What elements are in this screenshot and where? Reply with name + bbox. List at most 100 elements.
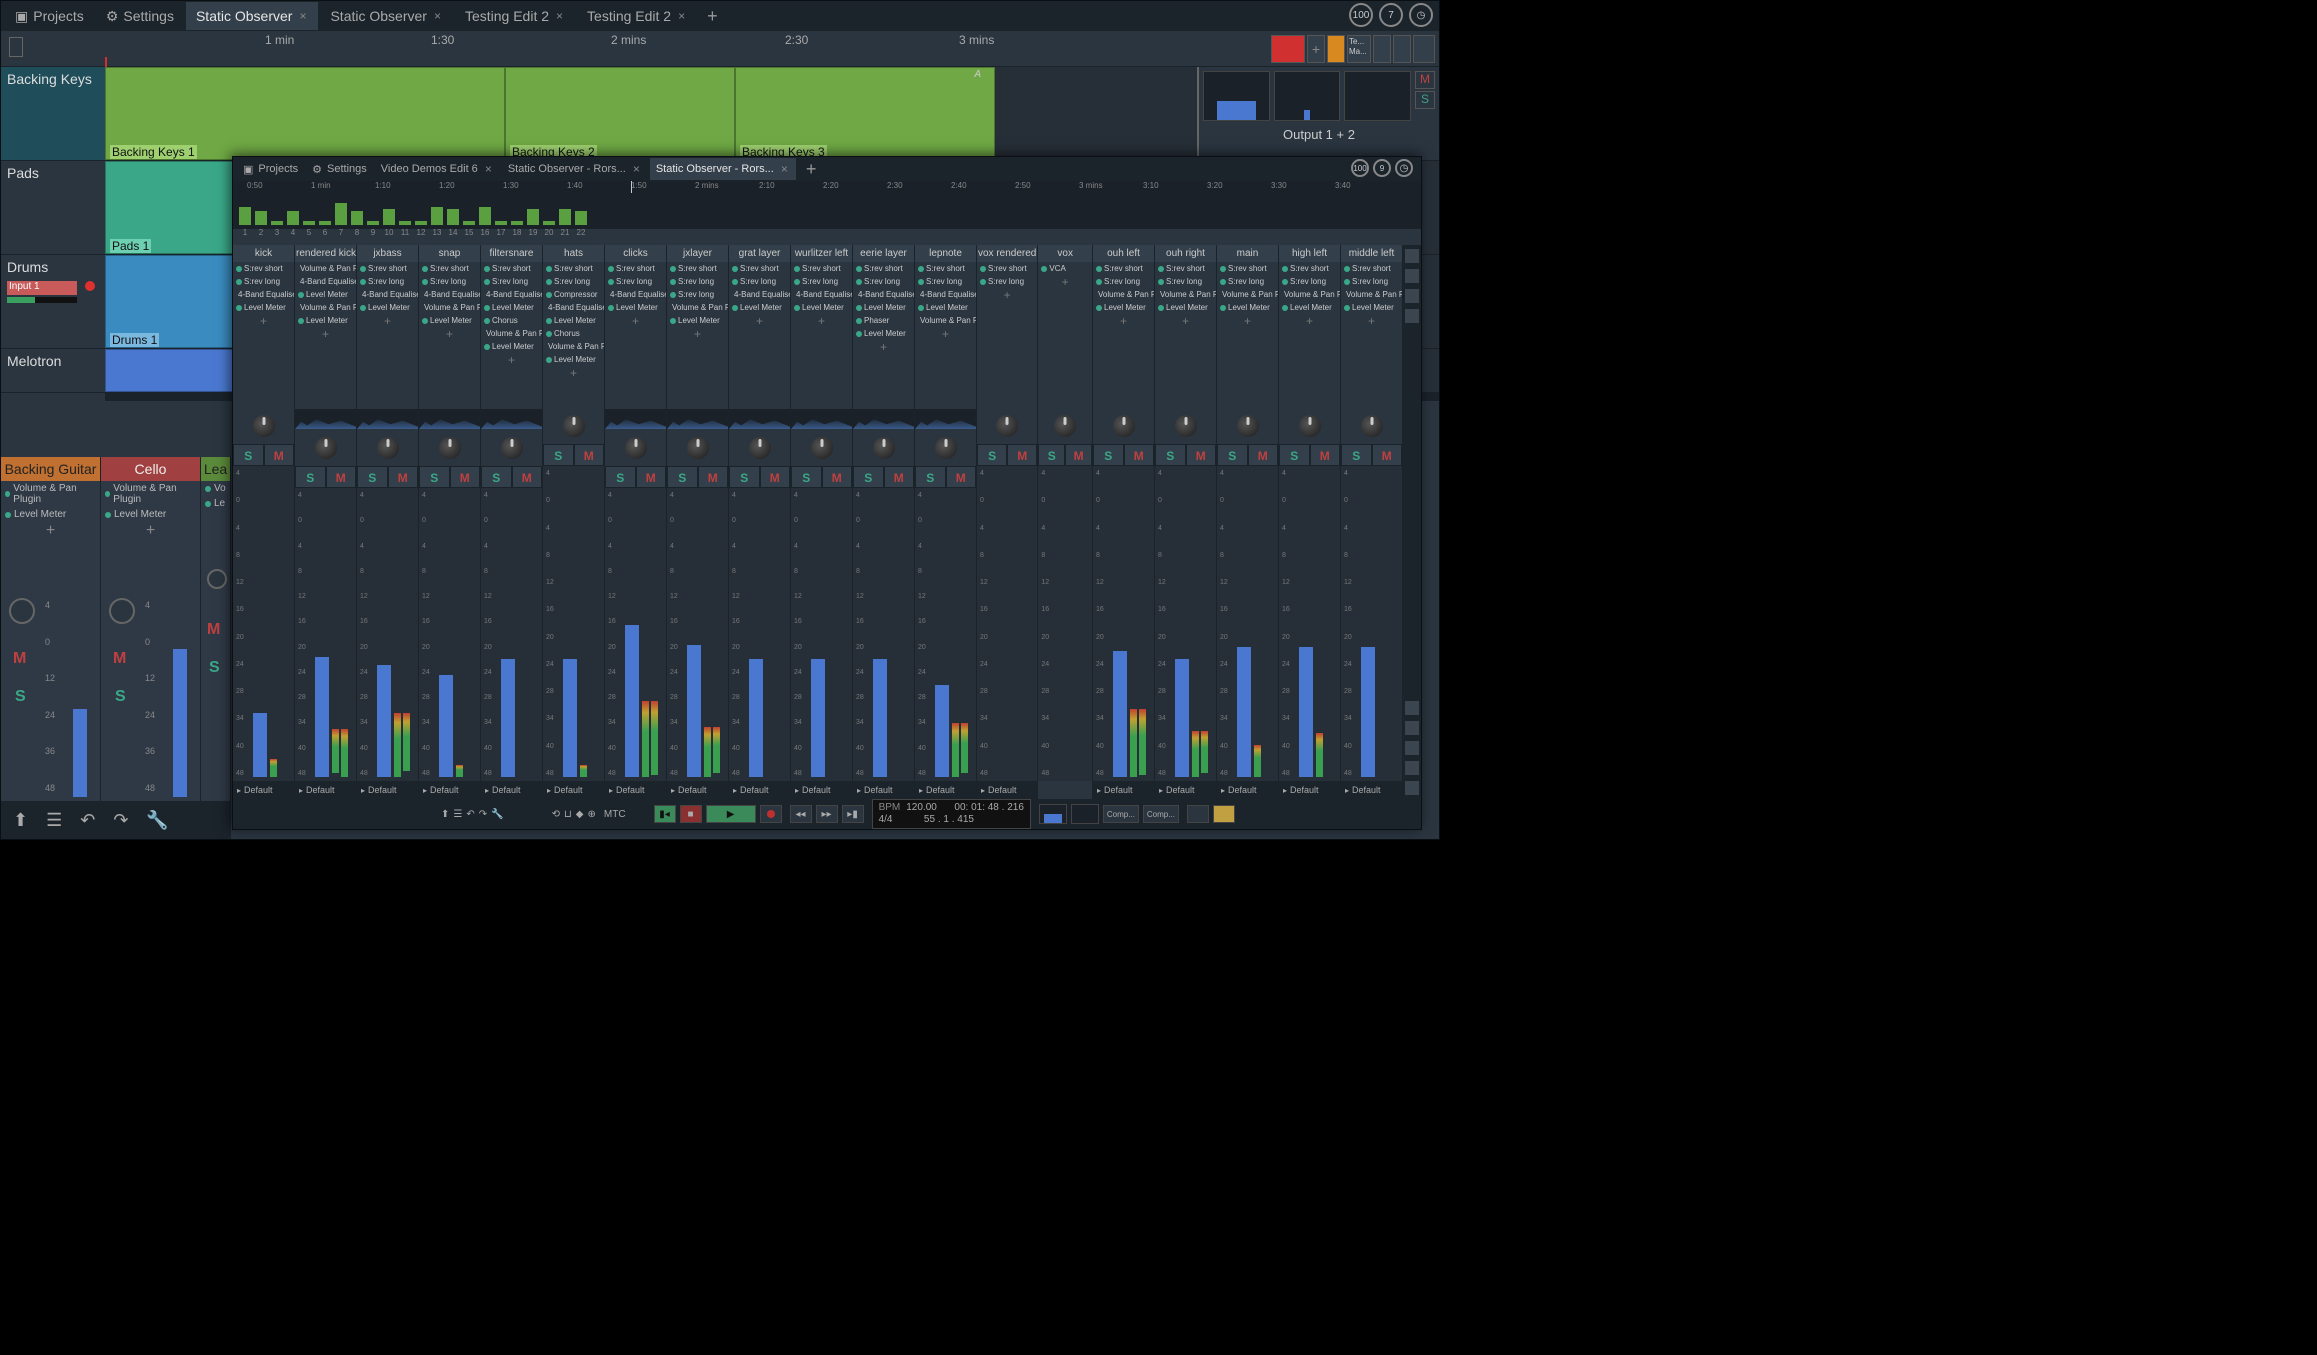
plugin-slot[interactable]: Level Meter (233, 301, 294, 314)
solo-button[interactable]: S (791, 466, 822, 488)
add-plugin[interactable]: + (101, 522, 200, 540)
add-plugin[interactable]: + (295, 327, 356, 341)
plugin-slot[interactable]: S:rev short (1341, 262, 1402, 275)
enable-dot[interactable] (856, 318, 862, 324)
enable-dot[interactable] (298, 292, 304, 298)
plugin-slot[interactable]: Level Meter (481, 301, 542, 314)
enable-dot[interactable] (794, 279, 800, 285)
pan-knob[interactable] (250, 412, 278, 440)
menu-icon[interactable]: ☰ (453, 809, 462, 820)
plugin-slot[interactable]: Volume & Pan Plugin (915, 314, 976, 327)
bars-beats[interactable]: 55 . 1 . 415 (924, 814, 974, 826)
plugin-slot[interactable]: 4-Band Equaliser (791, 288, 852, 301)
timecode[interactable]: 00: 01: 48 . 216 (954, 802, 1024, 814)
output-selector[interactable]: Default (1341, 781, 1402, 799)
plugin-slot[interactable]: S:rev short (543, 262, 604, 275)
pan-knob[interactable] (808, 434, 836, 462)
pan-knob[interactable] (498, 434, 526, 462)
strip-name[interactable]: filtersnare (481, 245, 542, 262)
plugin-slot[interactable]: S:rev short (729, 262, 790, 275)
tab-static-observer-rors-1[interactable]: Static Observer - Rors...× (502, 158, 648, 180)
track-header[interactable]: Melotron (1, 349, 105, 392)
enable-dot[interactable] (546, 266, 552, 272)
add-plugin[interactable]: + (357, 314, 418, 328)
pan-knob[interactable] (1296, 412, 1324, 440)
plugin-slot[interactable]: 4-Band Equaliser (357, 288, 418, 301)
enable-dot[interactable] (1282, 305, 1288, 311)
fader-level[interactable] (935, 685, 949, 777)
midi-activity[interactable]: 9 (1373, 159, 1391, 177)
overview-bar[interactable]: 13 (431, 197, 443, 225)
enable-dot[interactable] (422, 266, 428, 272)
close-icon[interactable]: × (297, 9, 308, 23)
record-panel[interactable] (1271, 35, 1305, 63)
strip-name[interactable]: jxlayer (667, 245, 728, 262)
plugin-slot[interactable]: Level Meter (1217, 301, 1278, 314)
view-icon[interactable] (1405, 269, 1419, 283)
fader-level[interactable] (1175, 659, 1189, 777)
add-plugin[interactable]: + (667, 327, 728, 341)
timesig[interactable]: 4/4 (879, 814, 893, 826)
plugin-slot[interactable]: VCA (1038, 262, 1092, 275)
plugin-slot[interactable]: S:rev long (667, 288, 728, 301)
enable-dot[interactable] (205, 501, 211, 507)
plugin-slot[interactable]: Level Meter (915, 301, 976, 314)
plugin-slot[interactable]: Volume & Pan Plugin (295, 301, 356, 314)
plugin-slot[interactable]: Level Meter (853, 301, 914, 314)
plugin-slot[interactable]: S:rev long (667, 275, 728, 288)
plugin-slot[interactable]: S:rev short (1279, 262, 1340, 275)
plugin-slot[interactable]: S:rev long (1341, 275, 1402, 288)
settings-button[interactable]: ⚙Settings (306, 158, 373, 180)
enable-dot[interactable] (608, 266, 614, 272)
add-plugin[interactable]: + (1093, 314, 1154, 328)
fader-area[interactable]: 40481216202428344048 (1093, 466, 1154, 781)
enable-dot[interactable] (1282, 266, 1288, 272)
plugin-slot[interactable]: Level Meter (1155, 301, 1216, 314)
strip-name[interactable]: Lea (201, 457, 230, 481)
plugin-slot[interactable]: Phaser (853, 314, 914, 327)
strip-name[interactable]: vox (1038, 245, 1092, 262)
track-header[interactable]: Backing Keys (1, 67, 105, 160)
overview-bar[interactable]: 15 (463, 197, 475, 225)
close-icon[interactable]: × (483, 162, 494, 176)
clock-icon[interactable]: ◷ (1409, 3, 1433, 27)
snap-icon[interactable]: ⊔ (564, 809, 572, 820)
plugin-slot[interactable]: Level Meter (667, 314, 728, 327)
plugin-slot[interactable]: S:rev short (667, 262, 728, 275)
pan-knob[interactable] (746, 434, 774, 462)
overview-bar[interactable]: 6 (319, 197, 331, 225)
pan-knob[interactable] (109, 598, 135, 624)
plugin-slot[interactable]: Level Meter (1341, 301, 1402, 314)
solo-button[interactable]: S (667, 466, 698, 488)
timeline-ruler[interactable]: 0:501 min1:101:201:301:401:502 mins2:102… (233, 181, 1421, 193)
strip-name[interactable]: hats (543, 245, 604, 262)
fader-area[interactable]: 40481216202428344048 (1279, 466, 1340, 781)
pan-knob[interactable] (870, 434, 898, 462)
projects-button[interactable]: ▣Projects (5, 2, 94, 30)
overview-bar[interactable]: 19 (527, 197, 539, 225)
fader-level[interactable] (253, 713, 267, 777)
plugin-slot[interactable]: Volume & Pan Plugin (1341, 288, 1402, 301)
add-plugin[interactable]: + (605, 314, 666, 328)
solo-button[interactable]: S (419, 466, 450, 488)
bpm-value[interactable]: 120.00 (906, 802, 937, 814)
enable-dot[interactable] (670, 292, 676, 298)
fader-area[interactable]: M S 4012243648 (1, 540, 100, 801)
tool-button[interactable]: + (1307, 35, 1325, 63)
mute-button[interactable]: M (574, 444, 605, 466)
plugin-slot[interactable]: S:rev long (729, 275, 790, 288)
plugin-slot[interactable]: 4-Band Equaliser (729, 288, 790, 301)
strip-name[interactable]: rendered kick 2 (295, 245, 356, 262)
enable-dot[interactable] (1282, 279, 1288, 285)
fader-level[interactable] (1299, 647, 1313, 777)
enable-dot[interactable] (484, 318, 490, 324)
output-selector[interactable]: Default (481, 781, 542, 799)
overview-bar[interactable]: 16 (479, 197, 491, 225)
plugin-slot[interactable]: Volume & Pan Plugin (295, 262, 356, 275)
plugin-slot[interactable]: 4-Band Equaliser (915, 288, 976, 301)
fader-area[interactable]: 40481216202428344048 (481, 488, 542, 781)
fader-level[interactable] (811, 659, 825, 777)
plugin-slot[interactable]: S:rev short (1093, 262, 1154, 275)
output-selector[interactable]: Default (729, 781, 790, 799)
view-icon[interactable] (1405, 289, 1419, 303)
